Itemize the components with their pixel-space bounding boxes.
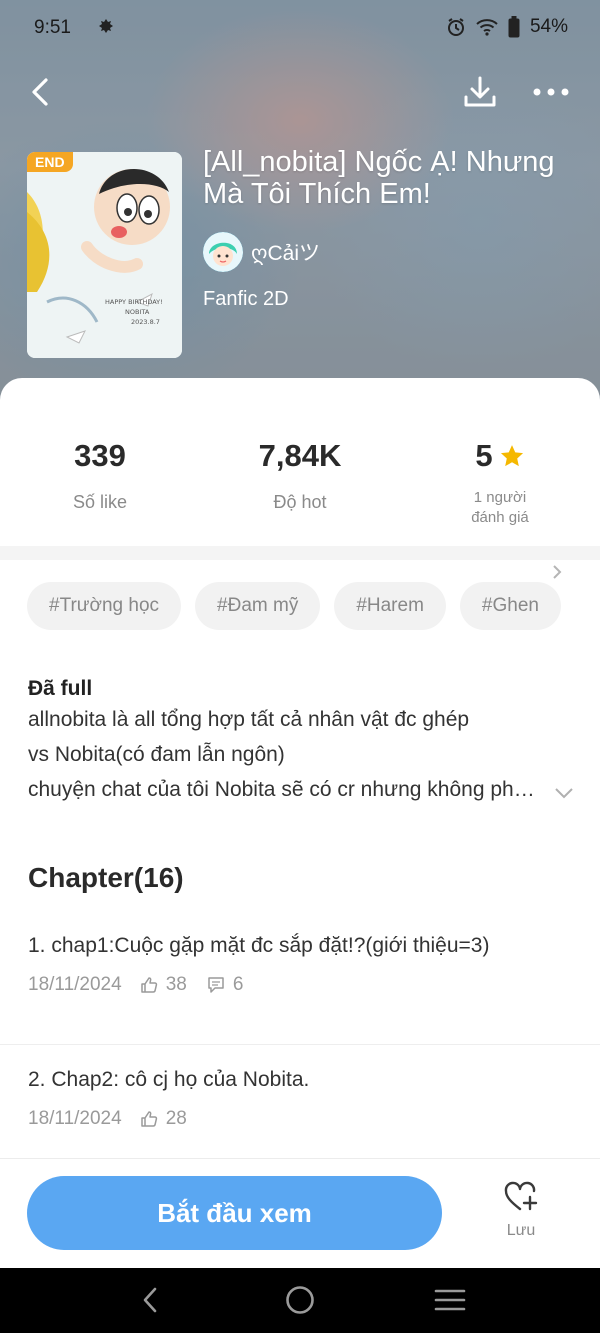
save-button[interactable]: Lưu bbox=[486, 1181, 556, 1240]
author-name[interactable]: ღCảiツ bbox=[251, 237, 320, 267]
chapter-date: 18/11/2024 bbox=[28, 1108, 122, 1129]
chapter-item[interactable]: 1. chap1:Cuộc gặp mặt đc sắp đặt!?(giới … bbox=[0, 932, 600, 996]
hot-count: 7,84K bbox=[258, 438, 342, 473]
chapter-name: 2. Chap2: cô cj họ của Nobita. bbox=[28, 1068, 310, 1091]
save-label: Lưu bbox=[506, 1222, 536, 1239]
story-info: [All_nobita] Ngốc Ạ! Nhưng Mà Tôi Thích … bbox=[203, 146, 583, 311]
alarm-icon bbox=[446, 17, 466, 37]
end-badge: END bbox=[27, 152, 73, 172]
section-divider bbox=[0, 546, 600, 560]
chapter-comments: 6 bbox=[232, 974, 244, 995]
genre-label: Fanfic 2D bbox=[203, 288, 289, 310]
cover-text-3: 2023.8.7 bbox=[131, 318, 160, 326]
cover-illustration: HAPPY BIRTHDAY! NOBITA 2023.8.7 bbox=[27, 152, 182, 358]
back-button[interactable] bbox=[20, 72, 60, 112]
likes-count: 339 bbox=[74, 438, 126, 473]
thumbs-up-icon bbox=[140, 1111, 157, 1127]
status-time: 9:51 bbox=[34, 17, 71, 38]
wifi-icon bbox=[476, 18, 498, 36]
status-bar: 9:51 54% bbox=[0, 0, 600, 56]
rating-count-label-2: đánh giá bbox=[471, 509, 529, 526]
system-home-button[interactable] bbox=[280, 1282, 320, 1318]
heart-plus-icon bbox=[504, 1181, 538, 1211]
thumbs-up-icon bbox=[140, 977, 157, 993]
tag-chip[interactable]: #Trường học bbox=[27, 582, 182, 630]
system-nav-bar bbox=[0, 1268, 600, 1333]
stats-row: 339 Số like 7,84K Độ hot 5 1 người đánh … bbox=[0, 438, 600, 579]
start-reading-button[interactable]: Bắt đầu xem bbox=[27, 1176, 442, 1250]
likes-label: Số like bbox=[72, 492, 128, 512]
download-button[interactable] bbox=[458, 72, 502, 112]
chevron-right-icon[interactable] bbox=[552, 564, 562, 580]
more-options-button[interactable] bbox=[528, 72, 574, 112]
description-line: vs Nobita(có đam lẫn ngôn) bbox=[28, 743, 285, 766]
system-back-button[interactable] bbox=[130, 1282, 170, 1318]
chapter-likes: 28 bbox=[165, 1108, 187, 1129]
top-toolbar bbox=[0, 66, 600, 118]
description[interactable]: Đã full allnobita là all tổng hợp tất cả… bbox=[28, 676, 578, 807]
system-recents-button[interactable] bbox=[430, 1282, 470, 1318]
nav-menu-icon bbox=[434, 1289, 466, 1311]
rating-value: 5 bbox=[475, 438, 493, 473]
details-card: 339 Số like 7,84K Độ hot 5 1 người đánh … bbox=[0, 378, 600, 1178]
chapter-likes: 38 bbox=[165, 974, 187, 995]
chapter-date: 18/11/2024 bbox=[28, 974, 122, 995]
nav-back-icon bbox=[143, 1287, 157, 1313]
stat-rating[interactable]: 5 1 người đánh giá bbox=[400, 438, 600, 528]
description-line: allnobita là all tổng hợp tất cả nhân vậ… bbox=[28, 708, 470, 731]
stat-likes: 339 Số like bbox=[0, 438, 200, 513]
chapter-heading: Chapter(16) bbox=[28, 862, 184, 893]
chapter-name: 1. chap1:Cuộc gặp mặt đc sắp đặt!?(giới … bbox=[28, 934, 490, 957]
battery-icon bbox=[508, 16, 520, 38]
cover-image[interactable]: END HAPPY BIRTHDAY! NOBITA 2023.8.7 bbox=[27, 152, 182, 358]
chapter-item[interactable]: 2. Chap2: cô cj họ của Nobita. 18/11/202… bbox=[0, 1066, 600, 1130]
star-icon bbox=[500, 445, 523, 467]
rating-count-label: 1 người bbox=[473, 489, 527, 506]
expand-description-button[interactable] bbox=[550, 779, 578, 807]
story-title: [All_nobita] Ngốc Ạ! Nhưng Mà Tôi Thích … bbox=[203, 146, 555, 210]
battery-percent: 54% bbox=[529, 16, 568, 37]
download-icon bbox=[464, 76, 496, 107]
notification-icon bbox=[96, 17, 116, 37]
bottom-action-bar: Bắt đầu xem Lưu bbox=[0, 1158, 600, 1268]
author-avatar[interactable] bbox=[203, 232, 243, 272]
tag-list: #Trường học #Đam mỹ #Harem #Ghen bbox=[27, 582, 561, 630]
tag-chip[interactable]: #Harem bbox=[334, 582, 446, 630]
back-arrow-icon bbox=[32, 78, 48, 106]
nav-home-icon bbox=[286, 1286, 314, 1314]
stat-hot: 7,84K Độ hot bbox=[200, 438, 400, 513]
hot-label: Độ hot bbox=[273, 492, 327, 512]
tag-chip[interactable]: #Ghen bbox=[459, 582, 561, 630]
more-icon bbox=[533, 88, 569, 96]
author-row[interactable]: ღCảiツ bbox=[203, 232, 583, 272]
chapter-separator bbox=[0, 1044, 600, 1045]
chevron-down-icon bbox=[555, 788, 573, 799]
tag-chip[interactable]: #Đam mỹ bbox=[195, 582, 321, 630]
completion-status: Đã full bbox=[28, 677, 93, 700]
cover-text-1: HAPPY BIRTHDAY! bbox=[105, 298, 163, 306]
cover-text-2: NOBITA bbox=[125, 308, 150, 316]
comment-icon bbox=[208, 977, 224, 993]
description-line: chuyện chat của tôi Nobita sẽ có cr nhưn… bbox=[28, 778, 540, 801]
